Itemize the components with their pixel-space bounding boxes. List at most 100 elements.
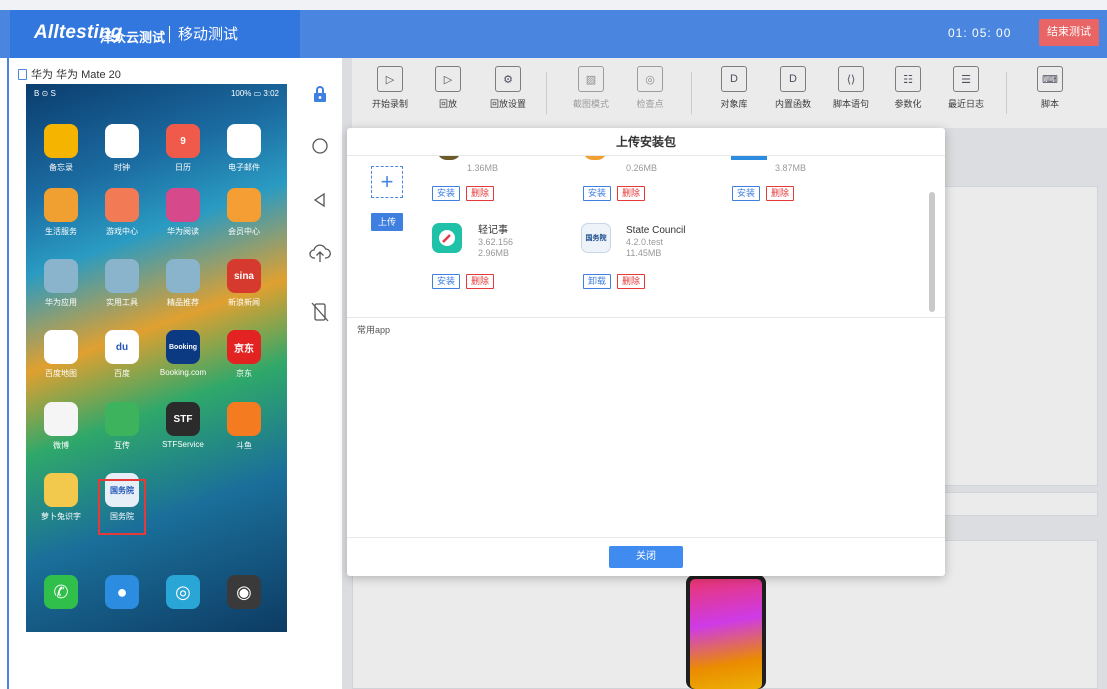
app-label: 百度地图 <box>45 369 77 378</box>
rotate-icon[interactable] <box>308 300 332 324</box>
install-button[interactable]: 安装 <box>732 186 761 201</box>
phone-icon <box>18 68 27 80</box>
back-icon[interactable] <box>308 188 332 212</box>
app-label: 精品推荐 <box>167 298 199 307</box>
sina-icon-text: sina <box>233 270 254 282</box>
upload-button[interactable]: 上传 <box>371 213 403 231</box>
mail-icon[interactable] <box>227 124 261 158</box>
dialog-footer-divider <box>347 537 945 538</box>
vertical-scrollbar[interactable] <box>929 192 935 312</box>
share-icon[interactable] <box>105 402 139 436</box>
gov-icon-text: 国务院 <box>585 235 607 242</box>
app-label: 斗鱼 <box>236 441 252 450</box>
app-size: 11.45MB <box>626 248 662 258</box>
session-timer: 01: 05: 00 <box>948 26 1012 40</box>
app-size: 3.87MB <box>775 163 807 173</box>
booking-icon[interactable]: Booking <box>166 330 200 364</box>
baidu-icon-text: du <box>115 341 129 353</box>
map-pin-icon[interactable] <box>44 330 78 364</box>
delete-button[interactable]: 删除 <box>466 274 495 289</box>
clock-icon[interactable] <box>105 124 139 158</box>
rabbit-icon[interactable] <box>44 473 78 507</box>
stf-icon[interactable]: STF <box>166 402 200 436</box>
device-name: 华为 华为 Mate 20 <box>31 69 121 81</box>
upload-add-icon[interactable]: + <box>371 166 403 198</box>
left-edge <box>0 58 10 689</box>
diamond-icon[interactable] <box>227 188 261 222</box>
app-label: 实用工具 <box>106 298 138 307</box>
app-label: 备忘录 <box>49 163 73 172</box>
phone-icon[interactable]: ✆ <box>44 575 78 609</box>
delete-button[interactable]: 删除 <box>617 186 646 201</box>
common-apps-label: 常用app <box>357 325 391 335</box>
sina-icon[interactable]: sina <box>227 259 261 293</box>
install-button[interactable]: 安装 <box>432 186 461 201</box>
status-right: 100% ▭ 3:02 <box>230 89 279 98</box>
folder-icon[interactable] <box>166 259 200 293</box>
home-icon[interactable] <box>308 134 332 158</box>
app-label: 萝卜兔识字 <box>41 512 81 521</box>
baidu-icon[interactable]: du <box>105 330 139 364</box>
coffee-icon[interactable] <box>44 188 78 222</box>
app-label: 生活服务 <box>45 227 77 236</box>
app-icon <box>731 156 767 160</box>
app-label: 新浪新闻 <box>228 298 260 307</box>
app-label: 华为应用 <box>45 298 77 307</box>
app-label: STFService <box>162 440 204 449</box>
delete-button[interactable]: 删除 <box>617 274 646 289</box>
booking-icon-text: Booking <box>169 343 197 351</box>
app-label: 华为阅读 <box>167 227 199 236</box>
package-list[interactable]: + 上传 1.36MB 0.26MB 3.87MB 安装 删除 安装 删除 安装… <box>347 156 945 318</box>
selected-app-highlight <box>98 479 146 535</box>
app-label: 京东 <box>236 369 252 378</box>
app-name: 轻记事 <box>478 225 508 236</box>
device-screen[interactable]: B ⊙ S 100% ▭ 3:02 备忘录 时钟 9 日历 电子邮件 生活服务 游戏中心 华为… <box>26 84 287 632</box>
douyu-icon[interactable] <box>227 402 261 436</box>
app-label: 百度 <box>114 369 130 378</box>
app-icon <box>583 156 607 160</box>
notes-icon[interactable] <box>44 124 78 158</box>
calendar-icon-text: 9 <box>180 135 186 147</box>
app-icon <box>437 156 461 160</box>
browser-icon[interactable]: ◎ <box>166 575 200 609</box>
cloud-upload-icon[interactable] <box>308 241 332 265</box>
brand-subtitle: 泽众云测试 <box>100 30 166 45</box>
install-button[interactable]: 安装 <box>432 274 461 289</box>
brand-divider <box>169 26 170 43</box>
dialog-title: 上传安装包 <box>347 128 945 156</box>
jd-icon[interactable]: 京东 <box>227 330 261 364</box>
app-version: 4.2.0.test <box>626 237 664 247</box>
install-button[interactable]: 安装 <box>583 186 612 201</box>
app-window: Alltesting 泽众云测试 移动测试 01: 05: 00 结束测试 华为… <box>0 0 1107 689</box>
message-icon[interactable]: ● <box>105 575 139 609</box>
close-button[interactable]: 关闭 <box>609 546 683 568</box>
top-bar: Alltesting 泽众云测试 移动测试 01: 05: 00 结束测试 <box>0 10 1107 58</box>
uninstall-button[interactable]: 卸载 <box>583 274 612 289</box>
app-size: 2.96MB <box>478 248 510 258</box>
delete-button[interactable]: 删除 <box>766 186 795 201</box>
weibo-icon[interactable] <box>44 402 78 436</box>
folder-icon[interactable] <box>105 259 139 293</box>
app-label: 游戏中心 <box>106 227 138 236</box>
app-size: 0.26MB <box>626 163 658 173</box>
camera-icon[interactable]: ◉ <box>227 575 261 609</box>
app-label: 时钟 <box>114 163 130 172</box>
note-app-icon <box>432 223 462 253</box>
app-label: 日历 <box>175 163 191 172</box>
app-version: 3.62.156 <box>478 237 514 247</box>
app-label: 会员中心 <box>228 227 260 236</box>
calendar-icon[interactable]: 9 <box>166 124 200 158</box>
state-council-app-icon: 国务院 <box>581 223 611 253</box>
upload-package-dialog: 上传安装包 + 上传 1.36MB 0.26MB 3.87MB 安装 删除 安装… <box>347 128 945 576</box>
stf-icon-text: STF <box>173 413 193 425</box>
device-header: 华为 华为 Mate 20 <box>18 66 121 82</box>
app-label: 互传 <box>114 441 130 450</box>
end-test-button[interactable]: 结束测试 <box>1039 19 1099 46</box>
book-icon[interactable] <box>166 188 200 222</box>
game-icon[interactable] <box>105 188 139 222</box>
delete-button[interactable]: 删除 <box>466 186 495 201</box>
lock-icon[interactable] <box>308 82 332 106</box>
module-title: 移动测试 <box>178 26 239 43</box>
folder-icon[interactable] <box>44 259 78 293</box>
status-left: B ⊙ S <box>34 89 56 98</box>
